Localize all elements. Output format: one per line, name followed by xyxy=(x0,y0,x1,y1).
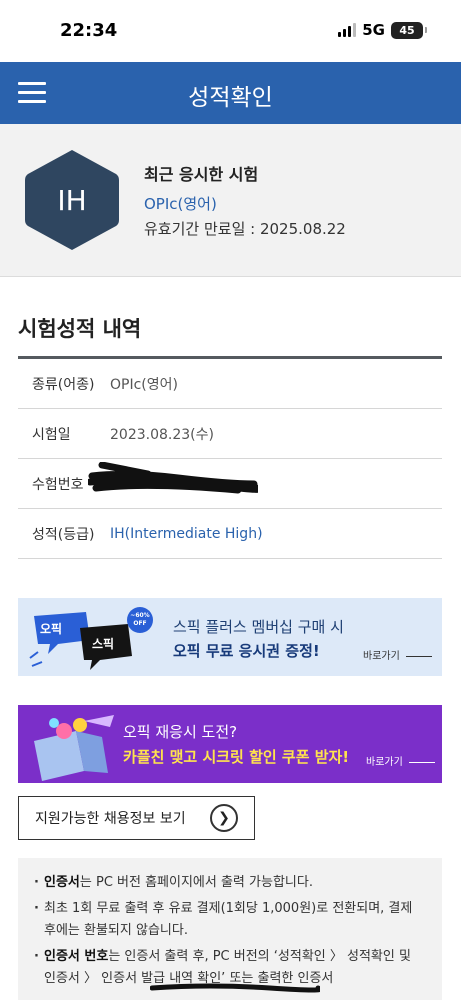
page-title: 성적확인 xyxy=(188,85,273,111)
recent-exam-title: 최근 응시한 시험 xyxy=(144,165,259,184)
banner1-line2: 오픽 무료 응시권 증정! xyxy=(173,642,320,660)
job-info-button[interactable]: 지원가능한 채용정보 보기 ❯ xyxy=(18,796,255,840)
redaction-scribble xyxy=(150,983,320,993)
recent-exam-name[interactable]: OPIc(영어) xyxy=(144,193,217,214)
row-value: IH(Intermediate High) xyxy=(110,525,263,542)
badge-speak: 스픽 xyxy=(92,637,115,651)
banner1-line1: 스픽 플러스 멤버십 구매 시 xyxy=(173,618,344,636)
notice-item: 최초 1회 무료 출력 후 유료 결제(1회당 1,000원)로 전환되며, 결… xyxy=(34,898,426,942)
table-row: 성적(등급) IH(Intermediate High) xyxy=(18,509,442,559)
status-time: 22:34 xyxy=(60,20,118,41)
grade-badge-label: IH xyxy=(57,183,87,217)
banner1-more-link[interactable]: 바로가기 xyxy=(363,647,432,662)
network-label: 5G xyxy=(362,21,385,39)
recent-exam-expiry: 유효기간 만료일 : 2025.08.22 xyxy=(144,220,346,238)
discount-badge: ~60% OFF xyxy=(130,612,150,627)
banner2-more-link[interactable]: 바로가기 xyxy=(366,753,435,768)
status-bar: 22:34 5G 45 xyxy=(0,0,461,62)
redaction-scribble xyxy=(88,462,258,494)
row-value: OPIc(영어) xyxy=(110,376,178,393)
row-label: 종류(어종) xyxy=(32,376,95,393)
chevron-right-icon: ❯ xyxy=(210,804,238,832)
score-table: 종류(어종) OPIc(영어) 시험일 2023.08.23(수) 수험번호 성… xyxy=(18,356,442,559)
status-indicators: 5G 45 xyxy=(338,21,427,39)
battery-icon: 45 xyxy=(391,21,427,39)
row-label: 시험일 xyxy=(32,426,71,443)
banner2-line1: 오픽 재응시 도전? xyxy=(123,723,238,741)
row-value: 2023.08.23(수) xyxy=(110,426,214,443)
retest-promo-banner[interactable]: 오픽 재응시 도전? 카플친 맺고 시크릿 할인 쿠폰 받자! 바로가기 xyxy=(18,705,442,783)
job-info-label: 지원가능한 채용정보 보기 xyxy=(35,811,186,827)
table-row: 시험일 2023.08.23(수) xyxy=(18,409,442,459)
notice-item: 인증서는 PC 버전 홈페이지에서 출력 가능합니다. xyxy=(34,872,426,894)
section-title: 시험성적 내역 xyxy=(18,317,142,341)
gift-box-icon xyxy=(34,715,114,781)
row-label: 성적(등급) xyxy=(32,526,95,543)
signal-icon xyxy=(338,23,357,37)
recent-exam-card: IH 최근 응시한 시험 OPIc(영어) 유효기간 만료일 : 2025.08… xyxy=(0,124,461,277)
badge-opic: 오픽 xyxy=(40,622,63,636)
banner2-line2: 카플친 맺고 시크릿 할인 쿠폰 받자! xyxy=(123,748,350,766)
notice-box: 인증서는 PC 버전 홈페이지에서 출력 가능합니다. 최초 1회 무료 출력 … xyxy=(18,858,442,1000)
table-row: 종류(어종) OPIc(영어) xyxy=(18,359,442,409)
app-header: 성적확인 xyxy=(0,62,461,124)
speak-promo-banner[interactable]: 오픽 스픽 ~60% OFF 스픽 플러스 멤버십 구매 시 오픽 무료 응시권… xyxy=(18,598,442,676)
